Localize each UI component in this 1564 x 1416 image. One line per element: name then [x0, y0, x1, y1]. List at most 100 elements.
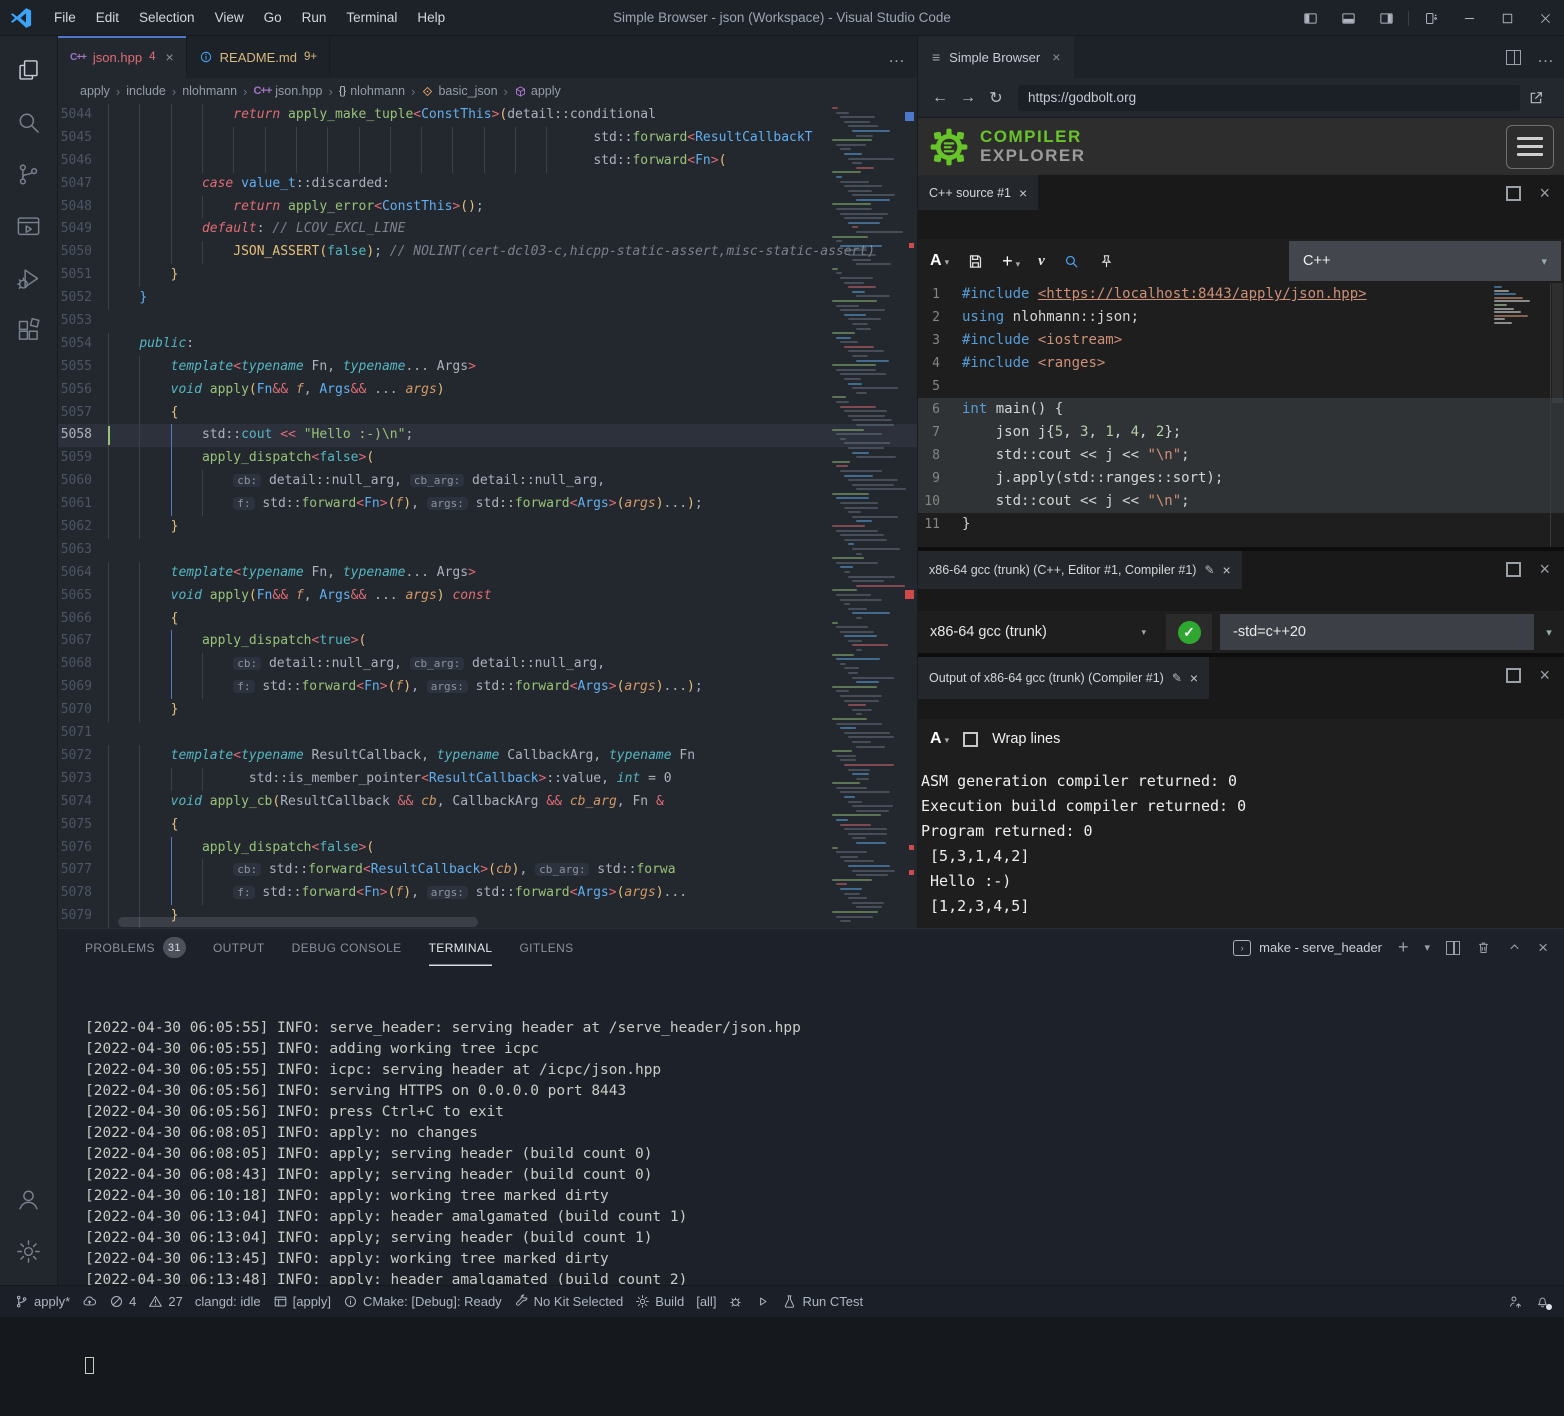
menu-selection[interactable]: Selection	[129, 0, 205, 35]
panel-tab-gitlens[interactable]: GITLENS	[519, 929, 573, 966]
close-icon[interactable]: ×	[1539, 560, 1550, 578]
maximize-icon[interactable]	[1506, 668, 1521, 683]
forward-icon[interactable]: →	[954, 89, 982, 107]
options-dropdown-icon[interactable]: ▾	[1534, 626, 1564, 639]
tab-output[interactable]: Output of x86-64 gcc (trunk) (Compiler #…	[918, 657, 1209, 699]
menu-file[interactable]: File	[44, 0, 86, 35]
menu-help[interactable]: Help	[407, 0, 455, 35]
godbolt-scrollbar[interactable]	[1550, 283, 1564, 547]
close-icon[interactable]: ×	[1223, 562, 1231, 578]
wrap-lines-checkbox[interactable]	[963, 732, 978, 747]
live-preview-icon[interactable]	[5, 200, 53, 252]
accounts-icon[interactable]	[5, 1173, 53, 1225]
breadcrumb-item-json.hpp[interactable]: C++json.hpp	[253, 84, 322, 98]
status-cmake-project[interactable]: [apply]	[267, 1286, 337, 1317]
close-window-icon[interactable]	[1526, 0, 1564, 36]
more-actions-icon[interactable]: …	[1537, 47, 1554, 67]
tab-compiler[interactable]: x86-64 gcc (trunk) (C++, Editor #1, Comp…	[918, 551, 1242, 589]
breadcrumb-item-apply[interactable]: apply	[514, 84, 561, 98]
breadcrumb-item-nlohmann[interactable]: {}nlohmann	[339, 84, 405, 98]
extensions-icon[interactable]	[5, 304, 53, 356]
status-build-target[interactable]: [all]	[690, 1286, 722, 1317]
compiler-select[interactable]: x86-64 gcc (trunk) ▾	[930, 624, 1156, 640]
reload-icon[interactable]: ↻	[982, 88, 1010, 108]
back-icon[interactable]: ←	[926, 89, 954, 107]
minimize-icon[interactable]	[1450, 0, 1488, 36]
settings-icon[interactable]	[5, 1225, 53, 1277]
save-icon[interactable]	[967, 253, 984, 270]
kill-terminal-icon[interactable]	[1476, 940, 1491, 955]
status-notifications[interactable]	[1529, 1294, 1556, 1309]
url-input[interactable]: https://godbolt.org	[1018, 85, 1520, 111]
status-warnings[interactable]: 27	[142, 1286, 188, 1317]
horizontal-scrollbar[interactable]	[118, 917, 478, 927]
hamburger-menu-button[interactable]	[1506, 125, 1554, 169]
close-icon[interactable]: ×	[1190, 670, 1198, 686]
tab-README.md[interactable]: README.md9+	[187, 36, 330, 78]
breadcrumb-item-nlohmann[interactable]: nlohmann	[182, 84, 237, 98]
toggle-secondary-sidebar-icon[interactable]	[1367, 0, 1405, 36]
status-cmake-status[interactable]: CMake: [Debug]: Ready	[337, 1286, 508, 1317]
status-cmake-build[interactable]: Build	[629, 1286, 690, 1317]
code-editor[interactable]: 5044 return apply_make_tuple<ConstThis>(…	[58, 104, 917, 928]
tab-json.hpp[interactable]: C++json.hpp4×	[58, 36, 187, 78]
font-size-button[interactable]: A▾	[930, 730, 949, 748]
menu-go[interactable]: Go	[254, 0, 292, 35]
source-control-icon[interactable]	[5, 148, 53, 200]
font-size-button[interactable]: A▾	[930, 252, 949, 270]
maximize-icon[interactable]	[1506, 562, 1521, 577]
maximize-icon[interactable]	[1488, 0, 1526, 36]
status-remote-indicator[interactable]	[1502, 1294, 1529, 1309]
toggle-panel-icon[interactable]	[1329, 0, 1367, 36]
open-external-icon[interactable]	[1528, 90, 1556, 106]
menu-run[interactable]: Run	[292, 0, 337, 35]
menu-edit[interactable]: Edit	[86, 0, 129, 35]
minimap[interactable]	[830, 104, 900, 928]
terminal-select[interactable]: › make - serve_header	[1233, 940, 1382, 956]
terminal-output[interactable]: [2022-04-30 06:05:55] INFO: serve_header…	[58, 966, 1564, 1416]
add-pane-button[interactable]: +▾	[1002, 251, 1020, 272]
language-select[interactable]: C++ ▾	[1289, 241, 1561, 281]
explorer-icon[interactable]	[5, 44, 53, 96]
edit-icon[interactable]: ✎	[1204, 563, 1214, 577]
status-errors[interactable]: 4	[103, 1286, 142, 1317]
status-cmake-debug[interactable]	[722, 1286, 749, 1317]
panel-tab-problems[interactable]: PROBLEMS31	[85, 929, 186, 966]
run-and-debug-icon[interactable]	[5, 252, 53, 304]
close-panel-icon[interactable]: ×	[1538, 938, 1548, 958]
vim-mode-icon[interactable]: v	[1038, 253, 1045, 270]
close-icon[interactable]: ×	[1052, 49, 1060, 65]
close-icon[interactable]: ×	[165, 49, 173, 65]
panel-tab-debug-console[interactable]: DEBUG CONSOLE	[292, 929, 402, 966]
status-publish[interactable]	[76, 1286, 103, 1317]
compiler-options-input[interactable]: -std=c++20	[1220, 614, 1534, 650]
status-run-ctest[interactable]: Run CTest	[776, 1286, 869, 1317]
pin-icon[interactable]	[1098, 253, 1115, 270]
tab-cpp-source[interactable]: C++ source #1 ×	[918, 175, 1038, 210]
close-icon[interactable]: ×	[1019, 185, 1027, 201]
menu-terminal[interactable]: Terminal	[336, 0, 407, 35]
maximize-panel-icon[interactable]	[1507, 940, 1522, 955]
status-clangd-status[interactable]: clangd: idle	[189, 1286, 267, 1317]
godbolt-source-editor[interactable]: 1#include <https://localhost:8443/apply/…	[918, 283, 1564, 547]
breadcrumb-item-include[interactable]: include	[126, 84, 166, 98]
terminal-dropdown-icon[interactable]: ▾	[1425, 941, 1431, 954]
editor-actions-button[interactable]: …	[888, 36, 905, 78]
panel-tab-terminal[interactable]: TERMINAL	[429, 929, 493, 966]
search-icon[interactable]	[5, 96, 53, 148]
panel-tab-output[interactable]: OUTPUT	[213, 929, 265, 966]
status-cmake-launch[interactable]	[749, 1286, 776, 1317]
close-icon[interactable]: ×	[1539, 666, 1550, 684]
status-git-branch[interactable]: apply*	[8, 1286, 76, 1317]
breadcrumb-item-basic_json[interactable]: basic_json	[421, 84, 497, 98]
edit-icon[interactable]: ✎	[1172, 671, 1182, 685]
breadcrumb-item-apply[interactable]: apply	[80, 84, 110, 98]
close-icon[interactable]: ×	[1539, 184, 1550, 202]
split-terminal-icon[interactable]	[1446, 941, 1460, 955]
tab-simple-browser[interactable]: ≡ Simple Browser ×	[918, 36, 1074, 78]
new-terminal-icon[interactable]: +	[1398, 937, 1409, 958]
customize-layout-icon[interactable]	[1412, 0, 1450, 36]
maximize-icon[interactable]	[1506, 186, 1521, 201]
menu-view[interactable]: View	[205, 0, 254, 35]
status-cmake-kit[interactable]: No Kit Selected	[508, 1286, 630, 1317]
